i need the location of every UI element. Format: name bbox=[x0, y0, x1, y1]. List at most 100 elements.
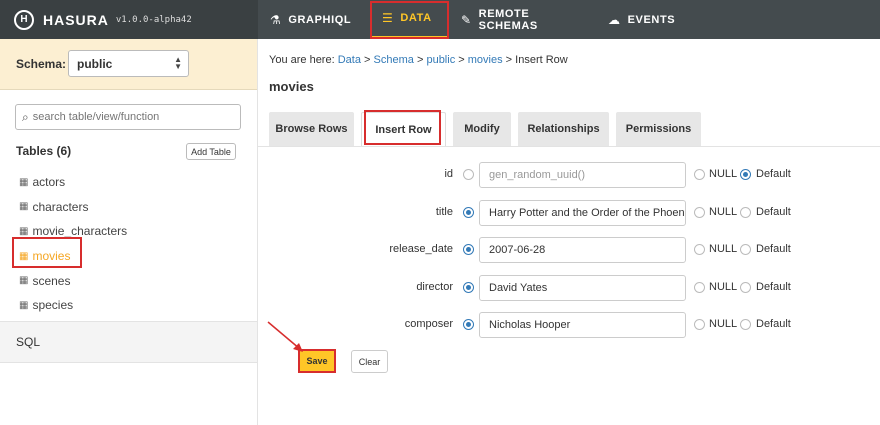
tab-permissions[interactable]: Permissions bbox=[616, 112, 701, 146]
table-item-label: actors bbox=[32, 175, 66, 190]
default-radio[interactable] bbox=[740, 244, 751, 255]
table-item-label: movies bbox=[32, 249, 71, 264]
null-label: NULL bbox=[709, 168, 738, 180]
flask-icon: ⚗ bbox=[270, 12, 282, 27]
table-item-movies[interactable]: ▦ movies bbox=[19, 244, 249, 269]
tables-title: Tables (6) bbox=[16, 144, 72, 158]
table-list: ▦ actors ▦ characters ▦ movie_characters… bbox=[19, 170, 249, 318]
add-table-button[interactable]: Add Table bbox=[186, 143, 236, 160]
breadcrumb-separator: > bbox=[364, 54, 371, 66]
field-row-title: title Harry Potter and the Order of the … bbox=[258, 200, 880, 226]
breadcrumb-separator: > bbox=[505, 54, 513, 66]
brand[interactable]: H HASURA v1.0.0-alpha42 bbox=[0, 0, 258, 39]
field-label: composer bbox=[404, 318, 453, 330]
table-icon: ▦ bbox=[19, 201, 29, 213]
table-item-actors[interactable]: ▦ actors bbox=[19, 170, 249, 195]
tab-modify[interactable]: Modify bbox=[453, 112, 511, 146]
breadcrumb-data[interactable]: Data bbox=[338, 54, 361, 66]
table-item-label: species bbox=[32, 298, 74, 313]
tab-relationships[interactable]: Relationships bbox=[518, 112, 609, 146]
hasura-logo-icon: H bbox=[14, 9, 34, 30]
schema-select[interactable]: public ▲ ▼ bbox=[68, 50, 189, 77]
field-label: id bbox=[444, 168, 453, 180]
nav-label: REMOTE SCHEMAS bbox=[478, 7, 538, 32]
value-radio[interactable] bbox=[463, 169, 474, 180]
default-label: Default bbox=[756, 318, 791, 330]
value-input[interactable]: gen_random_uuid() bbox=[479, 162, 686, 188]
nav-graphiql[interactable]: ⚗ GRAPHIQL bbox=[258, 0, 370, 39]
table-item-species[interactable]: ▦ species bbox=[19, 293, 249, 318]
tab-bar: Browse Rows Insert Row Modify Relationsh… bbox=[269, 112, 708, 147]
table-item-characters[interactable]: ▦ characters bbox=[19, 195, 249, 220]
null-label: NULL bbox=[709, 281, 738, 293]
default-radio[interactable] bbox=[740, 319, 751, 330]
nav-events[interactable]: ☁ EVENTS bbox=[596, 0, 696, 39]
null-label: NULL bbox=[709, 206, 738, 218]
default-radio[interactable] bbox=[740, 282, 751, 293]
cloud-icon: ☁ bbox=[608, 12, 621, 27]
select-arrows-icon: ▲ ▼ bbox=[174, 55, 182, 71]
brand-name: HASURA bbox=[43, 11, 109, 28]
default-label: Default bbox=[756, 206, 791, 218]
clear-button[interactable]: Clear bbox=[351, 350, 388, 373]
field-row-release-date: release_date 2007-06-28 NULL Default bbox=[258, 237, 880, 263]
table-icon: ▦ bbox=[19, 299, 29, 311]
sql-link[interactable]: SQL bbox=[0, 321, 257, 363]
nav-label: DATA bbox=[400, 12, 432, 24]
save-button[interactable]: Save bbox=[298, 349, 336, 373]
field-row-director: director David Yates NULL Default bbox=[258, 275, 880, 301]
value-input[interactable]: Harry Potter and the Order of the Phoeni… bbox=[479, 200, 686, 226]
value-radio[interactable] bbox=[463, 282, 474, 293]
schema-label: Schema: bbox=[16, 57, 67, 71]
tab-browse-rows[interactable]: Browse Rows bbox=[269, 112, 354, 146]
value-input[interactable]: 2007-06-28 bbox=[479, 237, 686, 263]
table-item-movie-characters[interactable]: ▦ movie_characters bbox=[19, 219, 249, 244]
value-radio[interactable] bbox=[463, 207, 474, 218]
table-icon: ▦ bbox=[19, 176, 29, 188]
default-radio[interactable] bbox=[740, 169, 751, 180]
nav-label: EVENTS bbox=[627, 13, 676, 26]
search-icon: ⌕ bbox=[22, 109, 29, 124]
null-radio[interactable] bbox=[694, 169, 705, 180]
top-navbar: H HASURA v1.0.0-alpha42 ⚗ GRAPHIQL ☰ DAT… bbox=[0, 0, 880, 39]
breadcrumb-movies[interactable]: movies bbox=[468, 54, 503, 66]
breadcrumb-prefix: You are here: bbox=[269, 54, 335, 66]
field-row-composer: composer Nicholas Hooper NULL Default bbox=[258, 312, 880, 338]
schema-value: public bbox=[77, 56, 113, 71]
value-radio[interactable] bbox=[463, 244, 474, 255]
tab-insert-row[interactable]: Insert Row bbox=[361, 112, 446, 147]
null-radio[interactable] bbox=[694, 207, 705, 218]
main-nav: ⚗ GRAPHIQL ☰ DATA ✎ REMOTE SCHEMAS ☁ EVE… bbox=[258, 0, 696, 39]
sidebar: Schema: public ▲▼ ⌕ Tables (6) Add Table… bbox=[0, 39, 258, 425]
tabs-divider bbox=[258, 146, 880, 147]
table-icon: ▦ bbox=[19, 225, 29, 237]
nav-data[interactable]: ☰ DATA bbox=[370, 0, 449, 39]
null-radio[interactable] bbox=[694, 282, 705, 293]
value-input[interactable]: Nicholas Hooper bbox=[479, 312, 686, 338]
breadcrumb-separator: > bbox=[458, 54, 465, 66]
breadcrumb-schema[interactable]: Schema bbox=[374, 54, 414, 66]
nav-remote-schemas[interactable]: ✎ REMOTE SCHEMAS bbox=[449, 0, 596, 39]
plug-icon: ✎ bbox=[461, 12, 472, 27]
table-item-scenes[interactable]: ▦ scenes bbox=[19, 268, 249, 293]
field-label: title bbox=[435, 206, 453, 218]
search-box[interactable]: ⌕ bbox=[15, 104, 241, 130]
default-radio[interactable] bbox=[740, 207, 751, 218]
null-radio[interactable] bbox=[694, 319, 705, 330]
default-label: Default bbox=[756, 281, 791, 293]
default-label: Default bbox=[756, 243, 791, 255]
table-item-label: scenes bbox=[32, 273, 71, 288]
field-label: director bbox=[416, 281, 453, 293]
table-item-label: movie_characters bbox=[32, 224, 128, 239]
field-label: release_date bbox=[389, 243, 453, 255]
value-radio[interactable] bbox=[463, 319, 474, 330]
field-row-id: id gen_random_uuid() NULL Default bbox=[258, 162, 880, 188]
search-input[interactable] bbox=[32, 111, 223, 123]
nav-label: GRAPHIQL bbox=[288, 13, 352, 26]
breadcrumb-separator: > bbox=[416, 54, 424, 66]
null-radio[interactable] bbox=[694, 244, 705, 255]
breadcrumb-public[interactable]: public bbox=[426, 54, 455, 66]
table-icon: ▦ bbox=[19, 275, 29, 287]
value-input[interactable]: David Yates bbox=[479, 275, 686, 301]
page-title: movies bbox=[269, 79, 314, 94]
